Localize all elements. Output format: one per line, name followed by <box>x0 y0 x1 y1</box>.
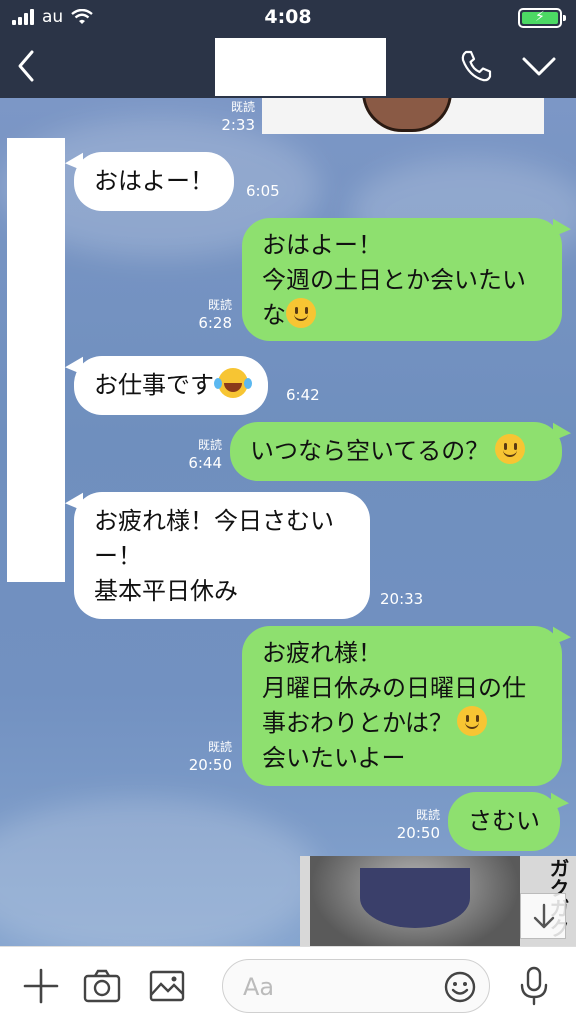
chevron-down-icon[interactable] <box>520 50 558 82</box>
message-text-field[interactable] <box>243 970 443 1004</box>
message-meta: 6:05 <box>246 182 280 200</box>
message-meta: 20:33 <box>380 590 424 608</box>
message-meta: 既読 6:28 <box>198 298 232 332</box>
emoji-icon[interactable] <box>443 970 477 1004</box>
chat-title-redacted <box>215 38 386 96</box>
message-bubble-outgoing[interactable]: いつなら空いてるの？ <box>230 422 562 481</box>
smile-emoji-icon <box>495 434 526 464</box>
sticker-image-top[interactable] <box>262 98 544 134</box>
status-bar: au 4:08 ⚡ <box>0 0 576 34</box>
battery-icon: ⚡ <box>518 8 566 28</box>
message-bubble-outgoing[interactable]: おはよー！ 今週の土日とか会いたい な <box>242 218 562 341</box>
message-meta: 既読 6:44 <box>188 438 222 472</box>
chevron-left-icon[interactable] <box>10 46 44 86</box>
phone-icon[interactable] <box>458 48 494 84</box>
microphone-icon[interactable] <box>518 965 550 1007</box>
smile-emoji-icon <box>286 298 316 328</box>
chat-area[interactable]: 既読 2:33 おはよー！ 6:05 おはよー！ 今週の土日とか会いたい な 既読… <box>0 98 576 946</box>
message-meta: 既読 2:33 <box>221 100 255 134</box>
background-cloud <box>0 798 320 946</box>
camera-icon[interactable] <box>82 967 122 1005</box>
avatar[interactable] <box>7 138 65 582</box>
image-icon[interactable] <box>148 967 186 1005</box>
scroll-to-bottom-button[interactable] <box>520 893 566 939</box>
message-bubble-outgoing[interactable]: さむい <box>448 792 560 851</box>
message-meta: 既読 20:50 <box>188 740 232 774</box>
chat-header <box>0 34 576 98</box>
plus-icon[interactable] <box>22 967 60 1005</box>
message-input[interactable] <box>222 959 490 1013</box>
message-meta: 既読 20:50 <box>396 808 440 842</box>
message-input-bar <box>0 946 576 1024</box>
clock: 4:08 <box>264 6 312 28</box>
laugh-emoji-icon <box>214 368 248 398</box>
message-bubble-incoming[interactable]: おはよー！ <box>74 152 234 211</box>
message-meta: 6:42 <box>286 386 320 404</box>
smile-emoji-icon <box>457 706 488 736</box>
message-bubble-incoming[interactable]: お仕事です <box>74 356 268 415</box>
message-bubble-outgoing[interactable]: お疲れ様！ 月曜日休みの日曜日の仕 事おわりとかは？ 会いたいよー <box>242 626 562 786</box>
arrow-down-icon <box>533 903 555 929</box>
message-bubble-incoming[interactable]: お疲れ様！今日さむい ー！ 基本平日休み <box>74 492 370 619</box>
